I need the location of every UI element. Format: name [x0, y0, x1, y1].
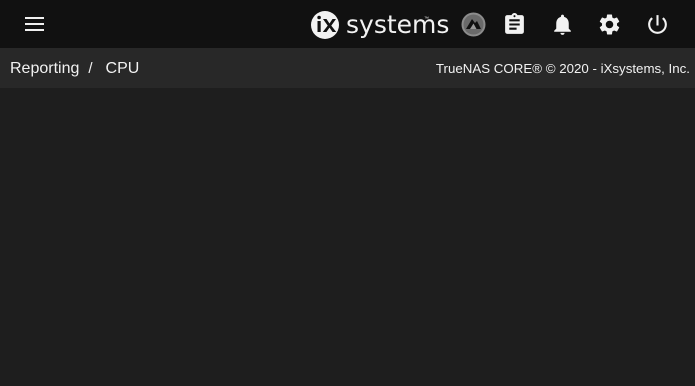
power-icon[interactable]	[645, 12, 670, 37]
clipboard-tasks-icon[interactable]	[502, 12, 527, 37]
logo-trademark: ™	[424, 16, 429, 22]
breadcrumb-current-cpu: CPU	[105, 60, 140, 77]
truecommand-icon[interactable]	[461, 12, 486, 37]
hamburger-menu-icon[interactable]	[24, 15, 46, 33]
top-toolbar: systems ™	[0, 0, 695, 48]
bell-notifications-icon[interactable]	[550, 12, 575, 37]
main-content-area	[0, 88, 695, 386]
copyright-text: TrueNAS CORE® © 2020 - iXsystems, Inc.	[435, 61, 690, 76]
gear-settings-icon[interactable]	[597, 12, 622, 37]
breadcrumb-separator: /	[88, 60, 93, 77]
ixsystems-logo[interactable]: systems ™	[310, 10, 449, 40]
breadcrumb-reporting-link[interactable]: Reporting	[10, 60, 79, 77]
ix-logo-mark	[311, 11, 339, 39]
logo-text: systems	[346, 10, 450, 39]
breadcrumb: Reporting / CPU	[10, 59, 139, 78]
page-header-bar: Reporting / CPU TrueNAS CORE® © 2020 - iXs…	[0, 48, 695, 88]
